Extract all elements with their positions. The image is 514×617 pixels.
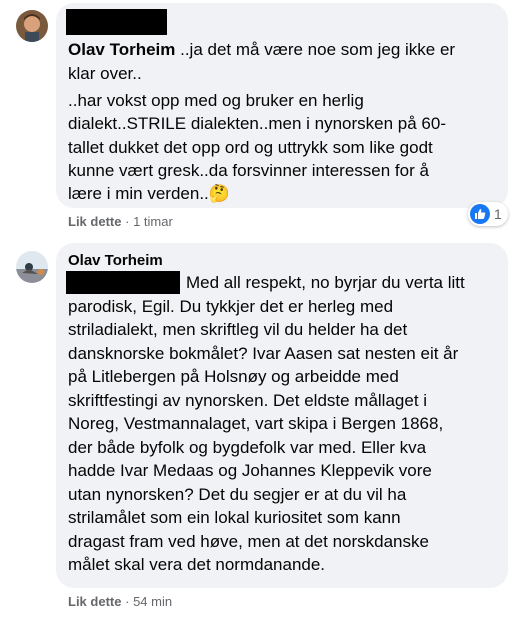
redacted-name bbox=[66, 271, 180, 294]
comment-text-line: ..har vokst opp med og bruker en herlig bbox=[68, 91, 364, 110]
reaction-count[interactable]: 1 bbox=[468, 202, 508, 226]
comment-text-line: Med all respekt, no byrjar du verta litt bbox=[186, 273, 465, 292]
reaction-number: 1 bbox=[494, 206, 502, 222]
comment-text-line: Noreg, Vestmannalaget, vart skipa i Berg… bbox=[68, 414, 444, 433]
avatar[interactable] bbox=[16, 10, 48, 42]
like-button[interactable]: Lik dette bbox=[68, 214, 121, 229]
comment-timestamp[interactable]: 1 timar bbox=[133, 214, 173, 229]
comment-text-line: klar over.. bbox=[68, 64, 142, 83]
comment-text: Olav Torheim ..ja det må være noe som je… bbox=[68, 40, 456, 59]
redacted-name bbox=[66, 9, 167, 35]
comment-text-line: kunne vært gresk..da forsvinner interess… bbox=[68, 161, 429, 180]
comment-text-line: tallet dukket det opp ord og uttrykk som… bbox=[68, 138, 433, 157]
comment-timestamp[interactable]: 54 min bbox=[133, 594, 172, 609]
comment-author[interactable]: Olav Torheim bbox=[68, 40, 175, 59]
comment-actions: Lik dette · 1 timar bbox=[68, 214, 173, 229]
comment-actions: Lik dette · 54 min bbox=[68, 594, 173, 609]
comment-author[interactable]: Olav Torheim bbox=[68, 251, 163, 271]
comment-text-line: målet skal vera det normdanande. bbox=[68, 555, 326, 574]
comment-text-line: parodisk, Egil. Du tykkjer det er herleg… bbox=[68, 297, 394, 316]
comment-text-line: strilamålet som ein lokal kuriositet som… bbox=[68, 508, 401, 527]
comment-text-line: utan nynorsken? Det du segjer er at du v… bbox=[68, 485, 407, 504]
thinking-face-emoji: 🤔 bbox=[208, 184, 230, 203]
comment-text-line: striladialekt, men skriftleg vil du held… bbox=[68, 320, 408, 339]
comment-text-line: hadde Ivar Medaas og Johannes Kleppevik … bbox=[68, 461, 432, 480]
comment-text-line: lære i min verden..🤔 bbox=[68, 184, 230, 203]
comment-text-line: dansknorske bokmålet? Ivar Aasen sat nes… bbox=[68, 344, 459, 363]
comment-text-line: skriftfestingi av nynorsken. Det eldste … bbox=[68, 391, 428, 410]
thumbs-up-icon bbox=[470, 204, 490, 224]
comment-text-line: dragast fram ved høve, men at det norskd… bbox=[68, 532, 429, 551]
avatar[interactable] bbox=[16, 251, 48, 283]
comment-text-line: der både byfolk og bygdefolk var med. El… bbox=[68, 438, 427, 457]
comment-text-line: dialekt..STRILE dialekten..men i nynorsk… bbox=[68, 114, 446, 133]
comment-text-line: på Litlebergen på Holsnøy og arbeidde me… bbox=[68, 367, 399, 386]
like-button[interactable]: Lik dette bbox=[68, 594, 121, 609]
